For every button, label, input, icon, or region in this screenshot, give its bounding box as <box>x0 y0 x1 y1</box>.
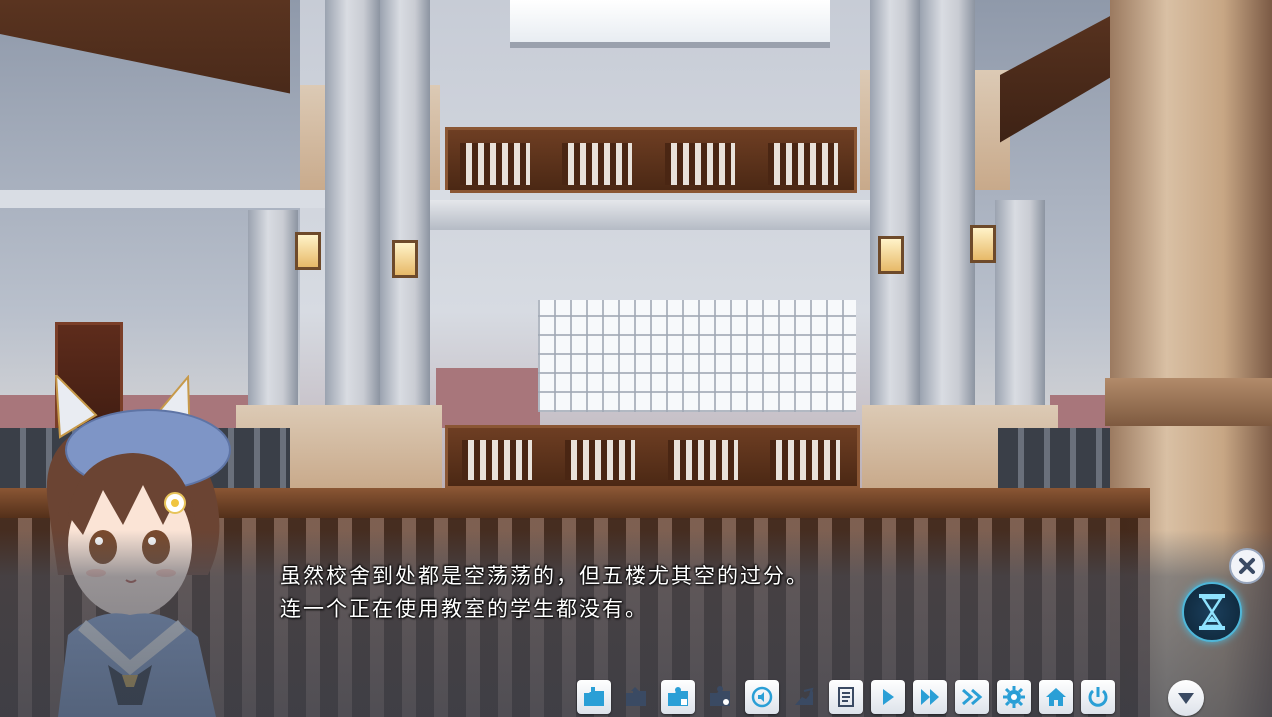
quick-save-icon <box>584 687 604 706</box>
title-button[interactable] <box>1039 680 1073 714</box>
load-button[interactable] <box>703 680 737 714</box>
wall-lamp-icon <box>295 232 321 270</box>
background-upper-balusters-4 <box>768 143 838 185</box>
voice-replay-icon <box>751 686 773 708</box>
auto-play-icon <box>883 689 894 705</box>
wall-lamp-icon <box>878 236 904 274</box>
quick-load-button[interactable] <box>619 680 653 714</box>
exit-power-icon <box>1088 687 1108 707</box>
background-middle-balusters-3 <box>668 440 738 480</box>
backlog-button[interactable] <box>829 680 863 714</box>
dialogue-text: 虽然校舍到处都是空荡荡的，但五楼尤其空的过分。 连一个正在使用教室的学生都没有。 <box>280 560 1080 626</box>
fast-forward-button[interactable] <box>955 680 989 714</box>
background-upper-balusters-1 <box>460 143 530 185</box>
background-pillar-3 <box>870 0 920 410</box>
wait-indicator <box>1182 582 1242 642</box>
hide-window-button[interactable] <box>1168 680 1204 716</box>
wall-lamp-icon <box>392 240 418 278</box>
background-pillar-1 <box>325 0 380 420</box>
wall-lamp-icon <box>970 225 996 263</box>
close-button[interactable] <box>1229 548 1265 584</box>
background-ledge-center <box>430 200 870 230</box>
skip-icon <box>921 689 939 705</box>
background-middle-balusters-1 <box>462 440 532 480</box>
quick-load-icon <box>626 687 646 706</box>
save-icon <box>668 687 688 706</box>
exit-button[interactable] <box>1081 680 1115 714</box>
settings-button[interactable] <box>997 680 1031 714</box>
hourglass-icon <box>1199 594 1225 630</box>
dialogue-line-1: 虽然校舍到处都是空荡荡的，但五楼尤其空的过分。 <box>280 564 809 588</box>
auto-play-button[interactable] <box>871 680 905 714</box>
background-pillar-4 <box>920 0 975 410</box>
load-icon <box>710 686 730 706</box>
title-home-icon <box>1046 688 1066 706</box>
background-middle-balusters-4 <box>770 440 840 480</box>
background-skylight <box>510 0 830 48</box>
background-upper-balusters-2 <box>562 143 632 185</box>
close-icon <box>1239 558 1255 574</box>
fast-forward-icon <box>962 688 983 706</box>
quick-save-button[interactable] <box>577 680 611 714</box>
background-right-lower-railing <box>998 428 1110 488</box>
background-window <box>538 300 856 412</box>
save-button[interactable] <box>661 680 695 714</box>
voice-replay-button[interactable] <box>745 680 779 714</box>
dialogue-line-2: 连一个正在使用教室的学生都没有。 <box>280 597 648 621</box>
quick-menu <box>577 680 1115 716</box>
background-center-lower-wall <box>436 368 540 428</box>
background-upper-balusters-3 <box>665 143 735 185</box>
background-pillar-6 <box>995 200 1045 410</box>
foreground-column-capital <box>1105 378 1272 426</box>
background-pillar-5 <box>248 210 298 420</box>
skip-button[interactable] <box>913 680 947 714</box>
background-middle-balusters-2 <box>565 440 635 480</box>
backlog-icon <box>838 687 854 707</box>
background-pillar-2 <box>380 0 430 420</box>
game-scene: 虽然校舍到处都是空荡荡的，但五楼尤其空的过分。 连一个正在使用教室的学生都没有。 <box>0 0 1272 717</box>
back-icon <box>795 687 814 705</box>
chevron-down-icon <box>1178 693 1194 704</box>
back-button[interactable] <box>787 680 821 714</box>
settings-gear-icon <box>1003 686 1025 708</box>
